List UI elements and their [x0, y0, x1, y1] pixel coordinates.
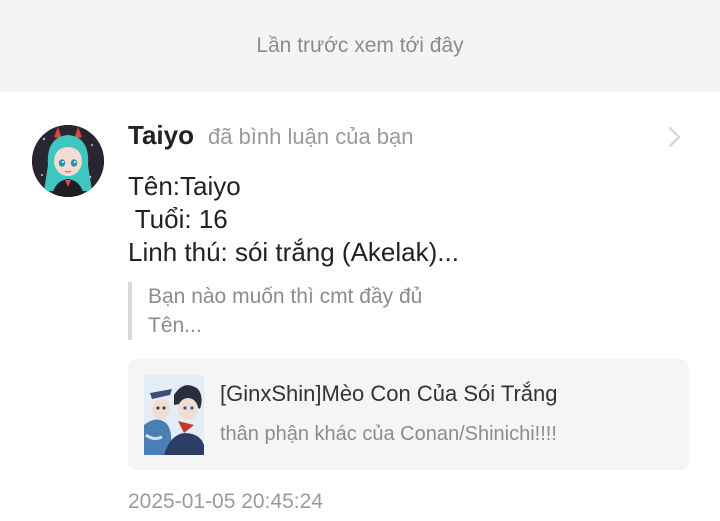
comment-timestamp: 2025-01-05 20:45:24: [128, 490, 323, 513]
username[interactable]: Taiyo: [128, 120, 194, 151]
last-read-banner[interactable]: Lần trước xem tới đây: [0, 0, 720, 92]
avatar-image: [32, 125, 104, 197]
last-read-label: Lần trước xem tới đây: [256, 34, 464, 57]
comment-header: Taiyo đã bình luận của bạn: [128, 120, 414, 154]
story-card[interactable]: [GinxShin]Mèo Con Của Sói Trắng thân phậ…: [128, 359, 689, 470]
story-description: thân phận khác của Conan/Shinichi!!!!: [220, 423, 557, 445]
story-title: [GinxShin]Mèo Con Của Sói Trắng: [220, 381, 558, 406]
quoted-line: Tên...: [148, 314, 202, 337]
comment-body-line: Tên:Taiyo: [128, 171, 241, 201]
comment-body-line: Tuổi: 16: [128, 204, 228, 234]
quoted-comment: Bạn nào muốn thì cmt đầy đủ Tên...: [128, 282, 688, 340]
comment-body: Tên:Taiyo Tuổi: 16 Linh thú: sói trắng (…: [128, 170, 688, 269]
comment-body-line: Linh thú: sói trắng (Akelak)...: [128, 237, 459, 267]
avatar[interactable]: [32, 125, 104, 197]
chevron-right-icon[interactable]: [664, 122, 686, 152]
quoted-line: Bạn nào muốn thì cmt đầy đủ: [148, 285, 423, 308]
action-text: đã bình luận của bạn: [207, 124, 414, 149]
story-cover-image: [144, 375, 204, 455]
comment-notification[interactable]: Taiyo đã bình luận của bạn Tên:Taiyo Tuổ…: [0, 92, 720, 521]
